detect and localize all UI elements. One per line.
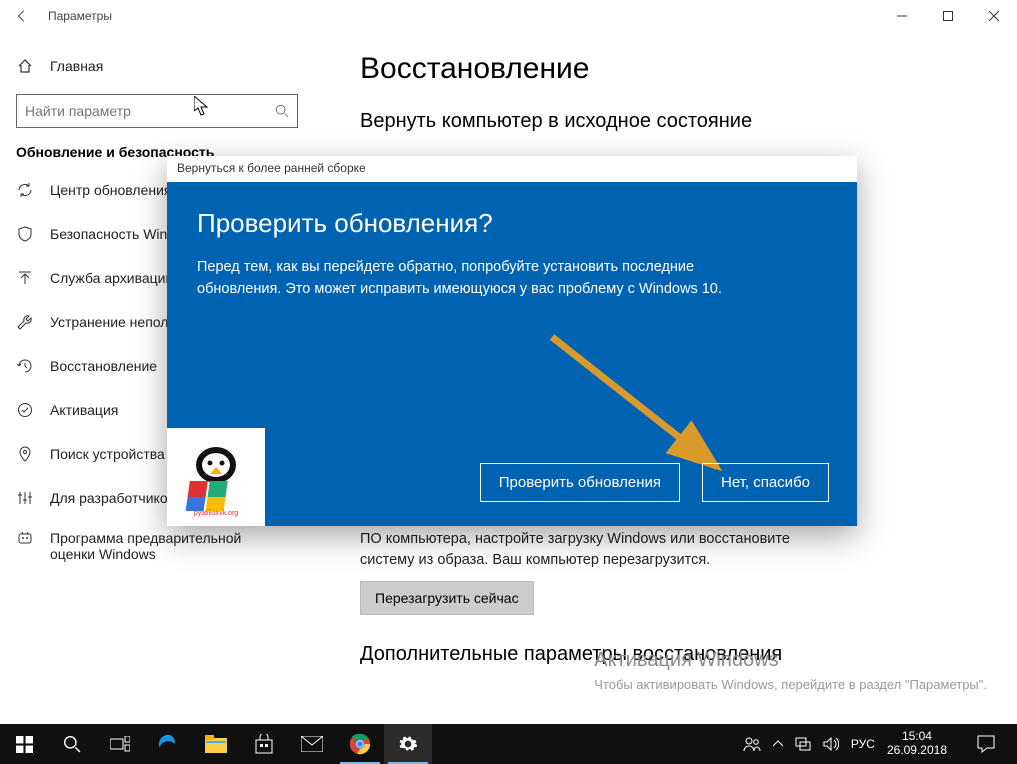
window-title: Параметры [48, 9, 112, 23]
minimize-button[interactable] [879, 0, 925, 32]
dialog-text: Перед тем, как вы перейдете обратно, поп… [197, 257, 777, 301]
system-tray: РУС 15:04 26.09.2018 [743, 724, 1017, 764]
search-icon [275, 104, 289, 118]
svg-text:pyatilistnik.org: pyatilistnik.org [194, 510, 238, 517]
backup-icon [16, 270, 34, 286]
taskbar-settings[interactable] [384, 724, 432, 764]
network-icon[interactable] [795, 736, 811, 752]
location-icon [16, 446, 34, 462]
overlay-logo: pyatilistnik.org [167, 428, 265, 526]
sidebar-item-label: Восстановление [50, 358, 157, 374]
sidebar-item-label: Служба архивации [50, 270, 173, 286]
sync-icon [16, 182, 34, 198]
restart-now-button[interactable]: Перезагрузить сейчас [360, 581, 534, 615]
volume-icon[interactable] [823, 737, 839, 751]
sliders-icon [16, 490, 34, 506]
clock-time: 15:04 [887, 730, 947, 744]
taskbar-search-button[interactable] [48, 724, 96, 764]
taskbar-explorer[interactable] [192, 724, 240, 764]
dialog-titlebar: Вернуться к более ранней сборке [167, 156, 857, 182]
sidebar-home[interactable]: Главная [16, 44, 310, 88]
section-reset-title: Вернуть компьютер в исходное состояние [360, 110, 987, 133]
sidebar-item-label: Активация [50, 402, 118, 418]
task-view-button[interactable] [96, 724, 144, 764]
taskbar-chrome[interactable] [336, 724, 384, 764]
sidebar-home-label: Главная [50, 58, 103, 74]
back-button[interactable] [8, 9, 36, 23]
dialog-body: Проверить обновления? Перед тем, как вы … [167, 182, 857, 526]
sidebar-item-label: Программа предварительной оценки Windows [50, 530, 280, 562]
window-titlebar: Параметры [0, 0, 1017, 32]
insider-icon [16, 530, 34, 546]
action-center-button[interactable] [965, 724, 1007, 764]
dialog-heading: Проверить обновления? [197, 208, 827, 239]
taskbar-store[interactable] [240, 724, 288, 764]
no-thanks-button[interactable]: Нет, спасибо [702, 463, 829, 502]
rollback-dialog: Вернуться к более ранней сборке Проверит… [167, 156, 857, 526]
watermark-text: Чтобы активировать Windows, перейдите в … [594, 676, 987, 694]
close-button[interactable] [971, 0, 1017, 32]
check-updates-button[interactable]: Проверить обновления [480, 463, 680, 502]
taskbar-mail[interactable] [288, 724, 336, 764]
recovery-icon [16, 358, 34, 374]
search-input[interactable] [25, 103, 275, 119]
search-box[interactable] [16, 94, 298, 128]
shield-icon [16, 226, 34, 242]
sidebar-item-label: Для разработчиков [50, 490, 175, 506]
sidebar-item-insider[interactable]: Программа предварительной оценки Windows [16, 520, 310, 572]
taskbar-edge[interactable] [144, 724, 192, 764]
page-title: Восстановление [360, 52, 987, 86]
clock-date: 26.09.2018 [887, 744, 947, 758]
start-button[interactable] [0, 724, 48, 764]
wrench-icon [16, 314, 34, 330]
check-circle-icon [16, 402, 34, 418]
sidebar-item-label: Поиск устройства [50, 446, 165, 462]
maximize-button[interactable] [925, 0, 971, 32]
taskbar-clock[interactable]: 15:04 26.09.2018 [887, 730, 947, 758]
home-icon [16, 58, 34, 74]
people-icon[interactable] [743, 736, 761, 752]
taskbar: РУС 15:04 26.09.2018 [0, 724, 1017, 764]
watermark-title: Активация Windows [594, 647, 987, 674]
activation-watermark: Активация Windows Чтобы активировать Win… [594, 647, 987, 694]
tray-chevron-up-icon[interactable] [773, 740, 783, 748]
language-indicator[interactable]: РУС [851, 737, 875, 751]
